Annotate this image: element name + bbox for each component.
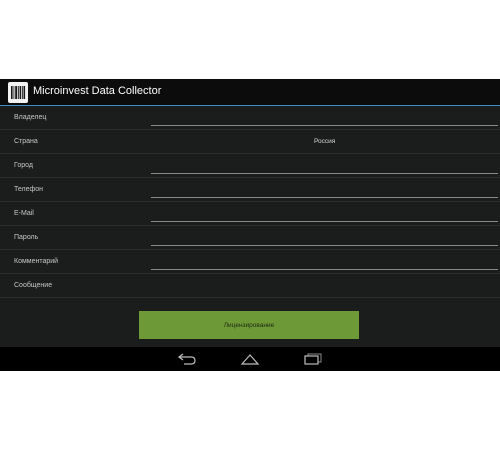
action-bar: Microinvest Data Collector [0,79,500,106]
password-label: Пароль [14,234,39,241]
app-title: Microinvest Data Collector [33,85,162,97]
registration-form: Владелец Страна Россия Город Телефон E-M… [0,106,500,298]
comment-row: Комментарий [0,250,500,274]
password-row: Пароль [0,226,500,250]
owner-input[interactable] [151,109,498,126]
password-input[interactable] [151,229,498,246]
back-icon[interactable] [172,351,202,367]
message-label: Сообщение [14,282,53,289]
owner-row: Владелец [0,106,500,130]
app-screen: Microinvest Data Collector Владелец Стра… [0,79,500,371]
email-input[interactable] [151,205,498,222]
phone-row: Телефон [0,178,500,202]
license-button[interactable]: Лицензирование [139,311,359,339]
city-row: Город [0,154,500,178]
home-icon[interactable] [235,351,265,367]
email-label: E-Mail [14,210,34,217]
country-label: Страна [14,138,38,145]
recent-apps-icon[interactable] [298,351,328,367]
country-value: Россия [314,138,336,145]
country-row: Страна Россия [0,130,500,154]
phone-label: Телефон [14,186,44,193]
comment-input[interactable] [151,253,498,270]
navigation-bar [0,347,500,371]
city-input[interactable] [151,157,498,174]
barcode-icon [8,82,28,103]
comment-label: Комментарий [14,258,59,265]
email-row: E-Mail [0,202,500,226]
city-label: Город [14,162,33,169]
owner-label: Владелец [14,114,47,121]
phone-input[interactable] [151,181,498,198]
message-row: Сообщение [0,274,500,298]
